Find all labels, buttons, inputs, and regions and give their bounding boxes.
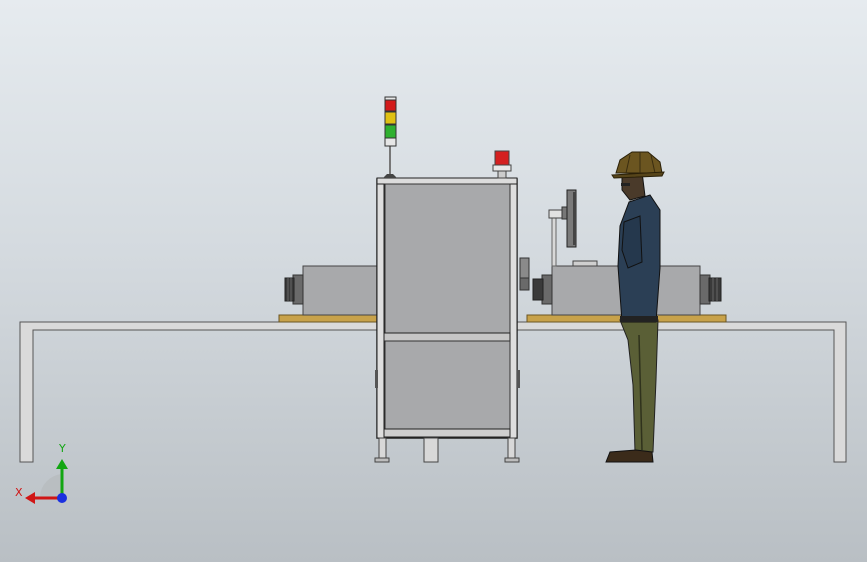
y-axis-label: Y bbox=[59, 442, 66, 455]
main-cabinet bbox=[374, 177, 520, 463]
stack-light-tower bbox=[383, 96, 397, 178]
coordinate-triad bbox=[25, 459, 68, 504]
operator-monitor bbox=[548, 189, 577, 267]
warning-beacon bbox=[492, 150, 512, 179]
left-conveyor-module bbox=[284, 265, 379, 316]
left-conveyor-bed bbox=[278, 314, 379, 323]
z-axis-dot bbox=[57, 493, 67, 503]
stack-light-green bbox=[384, 124, 397, 139]
stack-light-yellow bbox=[384, 111, 397, 125]
cad-viewport[interactable]: X Y bbox=[0, 0, 867, 562]
machine-assembly-drawing bbox=[19, 96, 847, 504]
stack-light-red bbox=[384, 98, 397, 112]
x-axis-label: X bbox=[15, 486, 23, 499]
